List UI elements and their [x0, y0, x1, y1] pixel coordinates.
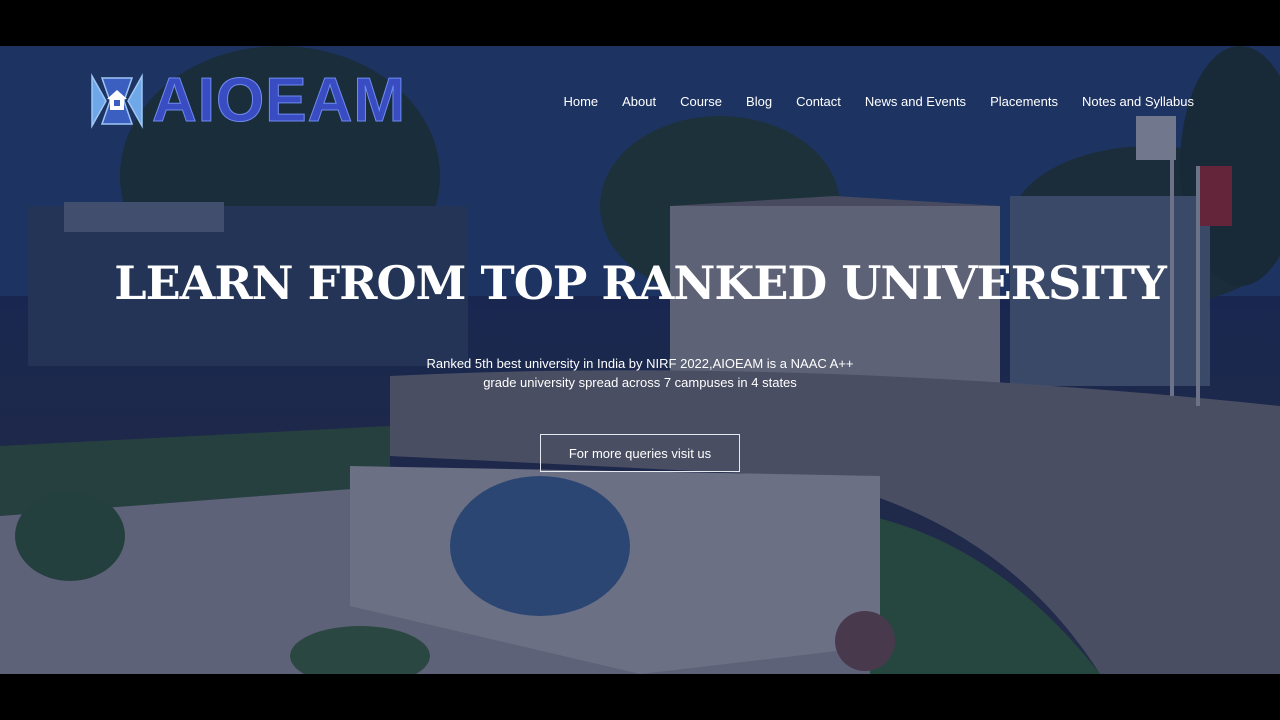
- queries-cta-button[interactable]: For more queries visit us: [540, 434, 740, 472]
- nav-item-notes-and-syllabus[interactable]: Notes and Syllabus: [1082, 94, 1194, 109]
- brand-name: AIOEAM: [152, 66, 406, 135]
- hero-subtext: Ranked 5th best university in India by N…: [426, 356, 854, 390]
- main-nav: Home About Course Blog Contact News and …: [563, 94, 1194, 109]
- nav-item-placements[interactable]: Placements: [990, 94, 1058, 109]
- nav-item-about[interactable]: About: [622, 94, 656, 109]
- hero-section: AIOEAM Home About Course Blog Contact Ne…: [0, 46, 1280, 674]
- brand-logo[interactable]: AIOEAM: [88, 68, 406, 134]
- nav-item-course[interactable]: Course: [680, 94, 722, 109]
- letterbox-top: [0, 0, 1280, 46]
- letterbox-bottom: [0, 674, 1280, 720]
- shield-house-icon: [91, 73, 143, 129]
- hero-headline: LEARN FROM TOP RANKED UNIVERSITY: [114, 256, 1167, 310]
- nav-item-contact[interactable]: Contact: [796, 94, 841, 109]
- nav-item-home[interactable]: Home: [563, 94, 598, 109]
- nav-item-news-and-events[interactable]: News and Events: [865, 94, 966, 109]
- nav-item-blog[interactable]: Blog: [746, 94, 772, 109]
